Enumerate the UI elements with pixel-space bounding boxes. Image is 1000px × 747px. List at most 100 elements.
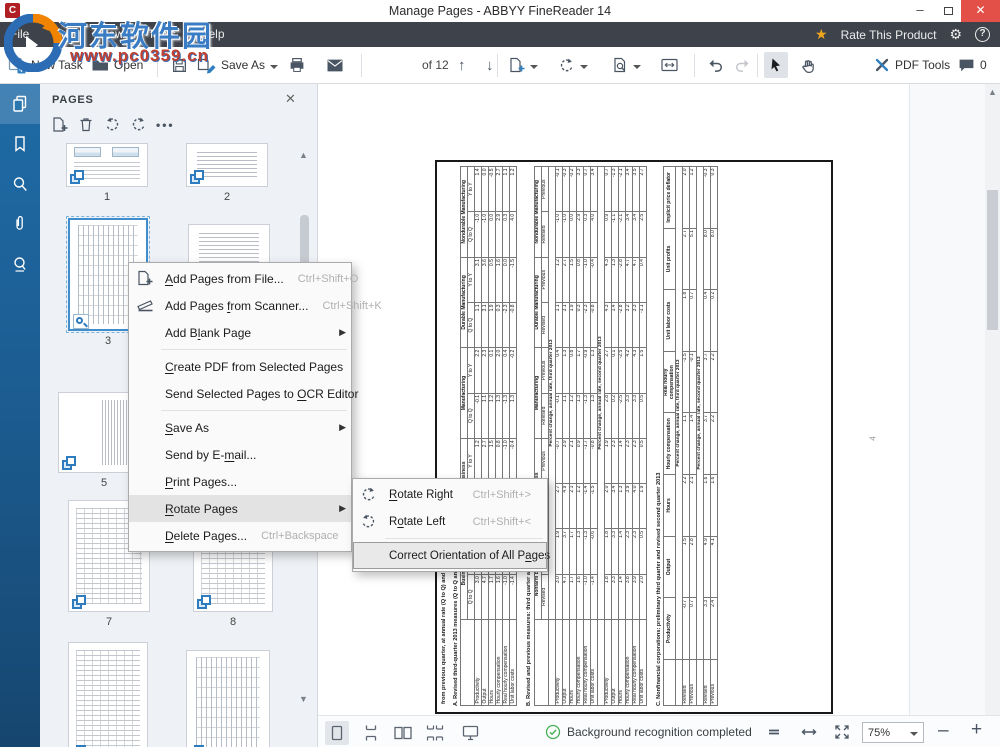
viewer-scrollbar-thumb[interactable] [987,190,998,330]
pages-panel-close-icon[interactable]: ✕ [285,91,296,107]
submenu-item-correct-orientation-of-all-pages[interactable]: Correct Orientation of All Pages [353,542,547,569]
rate-product-link[interactable]: Rate This Product [841,28,937,42]
menu-tools[interactable]: Tools [136,22,188,47]
save-as-button[interactable]: Save As [197,47,278,83]
save-button[interactable] [171,47,188,83]
hand-tool-button[interactable] [800,47,817,83]
select-tool-button[interactable] [764,52,788,78]
close-button[interactable]: ✕ [961,0,1000,22]
print-button[interactable] [288,47,306,83]
copied-page-badge [197,595,213,609]
view-single-page-button[interactable] [325,721,349,745]
menu-item-save-as[interactable]: Save As▶ [129,414,351,441]
fit-screen-icon [834,724,850,740]
menu-item-send-by-e-mail[interactable]: Send by E-mail... [129,441,351,468]
viewer-scroll-up-icon[interactable]: ▲ [988,87,997,97]
menu-item-delete-pages[interactable]: Delete Pages...Ctrl+Backspace [129,522,351,549]
submenu-item-rotate-right[interactable]: Rotate RightCtrl+Shift+> [353,481,547,508]
page-thumbnail-10[interactable] [186,650,270,747]
menu-item-add-pages-from-scanner[interactable]: Add Pages from Scanner...Ctrl+Shift+K [129,292,351,319]
menu-item-print-pages[interactable]: Print Pages... [129,468,351,495]
fit-height-button[interactable] [766,724,782,740]
sidebar-item-attachments[interactable] [0,204,40,244]
add-pages-button[interactable] [508,47,538,83]
pdf-tools-button[interactable]: PDF Tools [874,47,950,83]
settings-gear-icon[interactable]: ⚙ [949,26,962,43]
redo-icon [733,58,752,73]
menu-item-add-blank-page[interactable]: Add Blank Page▶ [129,319,351,346]
copied-page-badge [72,595,88,609]
sidebar-item-search[interactable] [0,164,40,204]
thumbnail-number: 2 [186,191,268,203]
panel-scroll-up-icon[interactable]: ▲ [299,150,308,160]
new-task-icon [8,56,26,74]
submenu-item-rotate-left[interactable]: Rotate LeftCtrl+Shift+< [353,508,547,535]
fit-width-button[interactable] [660,47,679,83]
save-as-icon [197,57,216,74]
page-thumbnail-1[interactable] [66,143,148,187]
page-preview-button[interactable] [612,47,641,83]
previous-page-button[interactable]: ↑ [458,47,466,83]
email-button[interactable] [326,47,344,83]
zoom-out-button[interactable]: – [938,722,949,740]
menu-item-rotate-pages[interactable]: Rotate Pages▶ [129,495,351,522]
zoom-in-button[interactable]: + [971,721,982,739]
rotate-dropdown-icon[interactable] [580,65,588,73]
rotate-ccw-icon [360,513,380,530]
maximize-button[interactable] [935,0,961,22]
new-task-button[interactable]: New Task [8,47,83,83]
rotate-button[interactable] [558,47,588,83]
doc-row: Output4.72.44.92.71.12.33.13.6-1.00.0 [482,167,489,706]
panel-rotate-left-button[interactable] [104,116,121,133]
view-two-page-button[interactable] [390,721,416,745]
fit-screen-button[interactable] [834,724,850,740]
page-thumbnail-2[interactable] [186,143,268,187]
doc-row: Hourly compensation1.61.31.20.91.31.70.3… [576,167,583,706]
toolbar-separator [157,54,158,77]
menu-item-create-pdf-from-selected-pages[interactable]: Create PDF from Selected Pages [129,353,351,380]
minimize-button[interactable]: – [905,0,935,22]
panel-rotate-right-button[interactable] [130,116,147,133]
save-as-dropdown-icon[interactable] [270,65,278,73]
sidebar-item-signature[interactable] [0,244,40,284]
thumbnail-number: 7 [68,616,150,628]
menu-file[interactable]: File [0,22,41,47]
help-icon[interactable]: ? [975,27,990,42]
viewer-scrollbar[interactable]: ▲ [985,84,1000,715]
view-continuous-button[interactable] [359,721,383,745]
sidebar-item-pages[interactable] [0,84,40,124]
navigation-sidebar [0,84,40,747]
document-title: from previous quarter, at annual rate (Q… [441,168,448,704]
comments-button[interactable]: 0 [958,47,987,83]
menu-edit[interactable]: Edit [41,22,86,47]
menu-item-add-pages-from-file[interactable]: Add Pages from File...Ctrl+Shift+O [129,265,351,292]
add-pages-dropdown-icon[interactable] [530,65,538,73]
undo-button[interactable] [706,47,725,83]
star-icon: ★ [815,26,828,43]
redo-button[interactable] [733,47,752,83]
doc-table: Nonfarm BusinessBusinessManufacturingDur… [534,166,647,706]
doc-row: Previous0.72.82.11.4-0.10.75.11.2 [689,167,696,706]
panel-delete-page-button[interactable] [78,116,94,133]
page-preview-dropdown-icon[interactable] [633,65,641,73]
view-fullscreen-button[interactable] [458,721,483,745]
search-icon [10,174,30,194]
panel-add-page-button[interactable] [51,116,68,133]
pages-panel-title: PAGES [52,94,94,106]
document-page: from previous quarter, at annual rate (Q… [435,160,833,714]
menu-view[interactable]: View [86,22,136,47]
fit-page-width-button[interactable] [800,724,818,740]
menu-separator [385,538,543,539]
zoom-select[interactable]: 75% [862,722,924,743]
sidebar-item-bookmarks[interactable] [0,124,40,164]
open-button[interactable]: Open [91,47,143,83]
page-thumbnail-9[interactable] [68,642,148,747]
doc-row: Hours1.71.62.11.51.20.11.90.50.0-0.5 [489,167,496,706]
menu-item-send-selected-pages-to-ocr-editor[interactable]: Send Selected Pages to OCR Editor [129,380,351,407]
view-two-page-continuous-button[interactable] [422,721,448,745]
thumbnail-number: 8 [193,616,273,628]
next-page-button[interactable]: ↓ [486,47,494,83]
panel-more-button[interactable]: ••• [156,118,175,132]
panel-scroll-down-icon[interactable]: ▼ [299,694,308,704]
menu-help[interactable]: Help [188,22,237,47]
